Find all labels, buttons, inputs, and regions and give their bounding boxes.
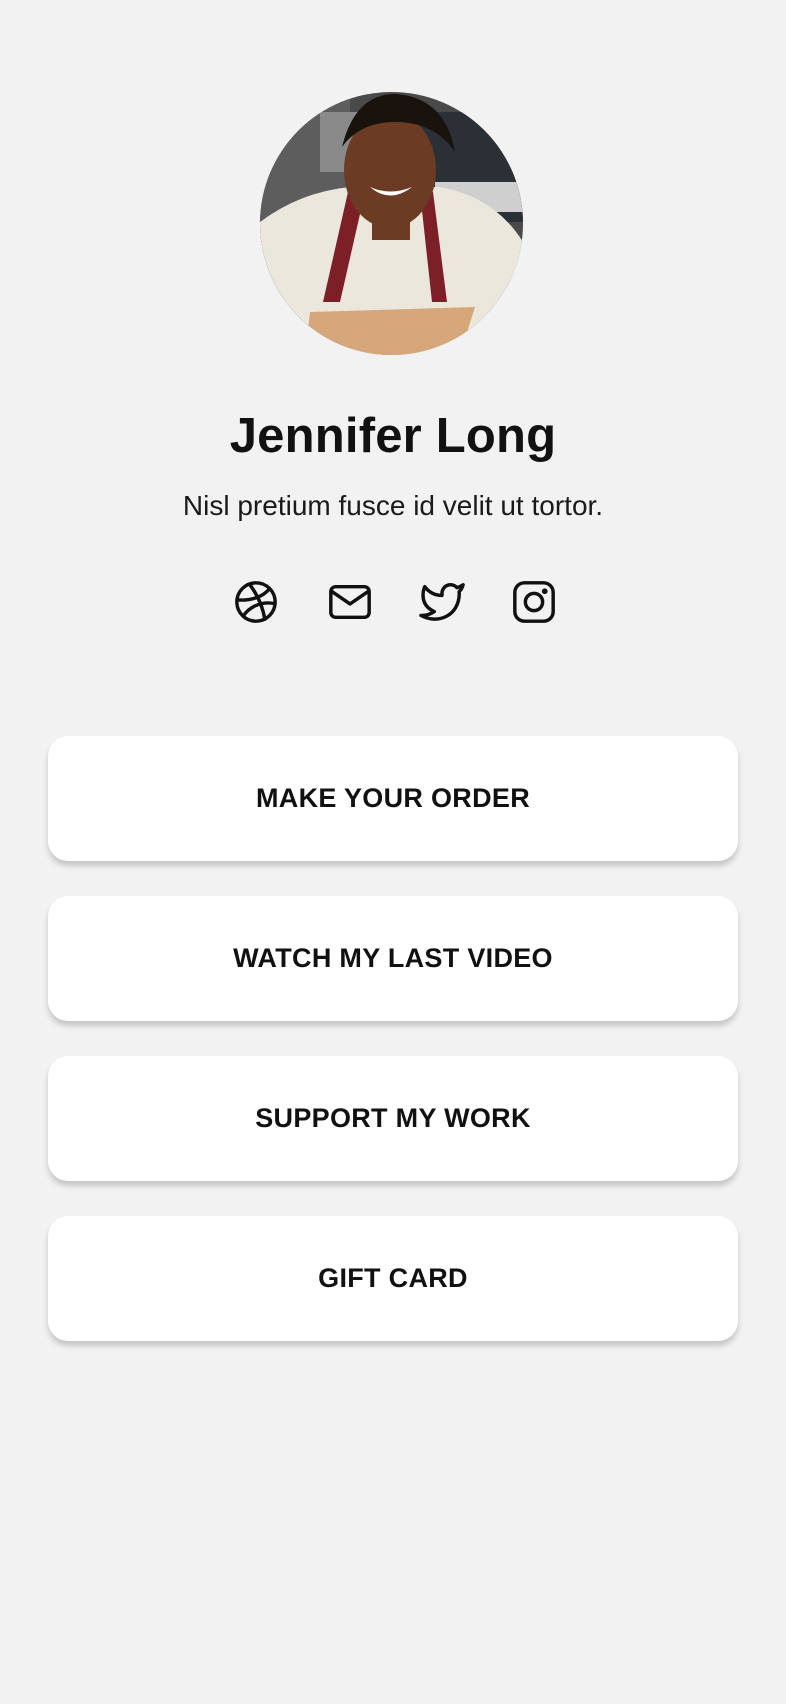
link-in-bio-page: Jennifer Long Nisl pretium fusce id veli…	[0, 0, 786, 1704]
twitter-link[interactable]	[418, 578, 466, 626]
mail-icon	[329, 584, 371, 620]
avatar-photo	[260, 92, 523, 355]
avatar	[260, 92, 523, 355]
twitter-icon	[419, 583, 465, 621]
instagram-link[interactable]	[510, 578, 558, 626]
profile-bio: Nisl pretium fusce id velit ut tortor.	[182, 490, 604, 521]
instagram-icon	[513, 581, 555, 623]
support-work-button[interactable]: SUPPORT MY WORK	[48, 1056, 738, 1181]
make-order-button[interactable]: MAKE YOUR ORDER	[48, 736, 738, 861]
watch-video-button[interactable]: WATCH MY LAST VIDEO	[48, 896, 738, 1021]
dribbble-icon	[235, 581, 277, 623]
dribbble-link[interactable]	[232, 578, 280, 626]
social-links	[0, 578, 786, 626]
gift-card-button[interactable]: GIFT CARD	[48, 1216, 738, 1341]
mail-link[interactable]	[326, 578, 374, 626]
profile-name: Jennifer Long	[229, 409, 557, 463]
